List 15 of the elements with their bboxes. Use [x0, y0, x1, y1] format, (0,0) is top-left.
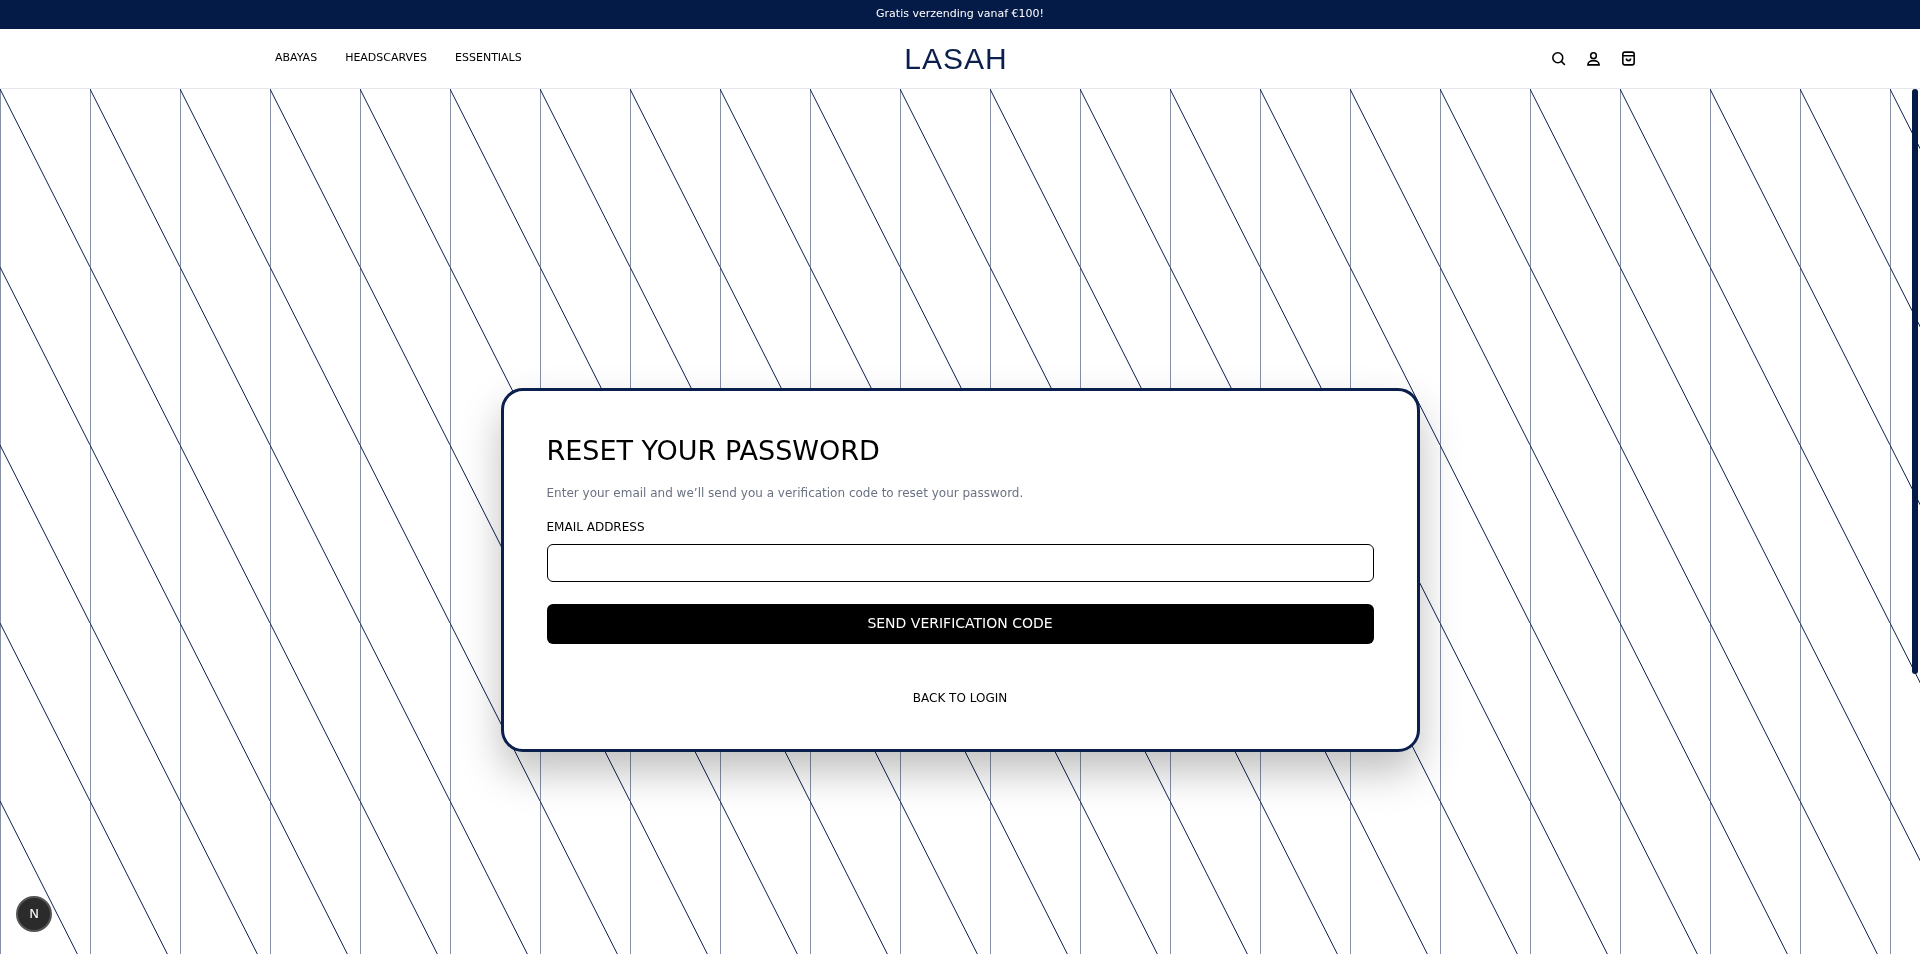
form-title: RESET YOUR PASSWORD	[546, 434, 881, 468]
scrollbar-thumb[interactable]	[1912, 89, 1918, 674]
send-code-button[interactable]: SEND VERIFICATION CODE	[546, 603, 1374, 644]
search-icon[interactable]	[1550, 50, 1567, 67]
back-to-login-link[interactable]: BACK TO LOGIN	[912, 688, 1008, 707]
email-input-field[interactable]	[546, 543, 1374, 582]
nav-link[interactable]: HEADSCARVES	[345, 50, 428, 67]
bag-icon[interactable]	[1620, 50, 1637, 67]
announcement-text: Gratis verzending vanaf €100!	[876, 6, 1044, 23]
email-label: EMAIL ADDRESS	[546, 518, 646, 536]
nav-link[interactable]: ABAYAS	[275, 50, 318, 67]
person-icon[interactable]	[1585, 50, 1602, 67]
form-description: Enter your email and we’ll send you a verification code to reset your password.	[546, 484, 1025, 502]
logo[interactable]: LASAH	[904, 36, 1008, 81]
nav-link[interactable]: ESSENTIALS	[455, 50, 522, 67]
